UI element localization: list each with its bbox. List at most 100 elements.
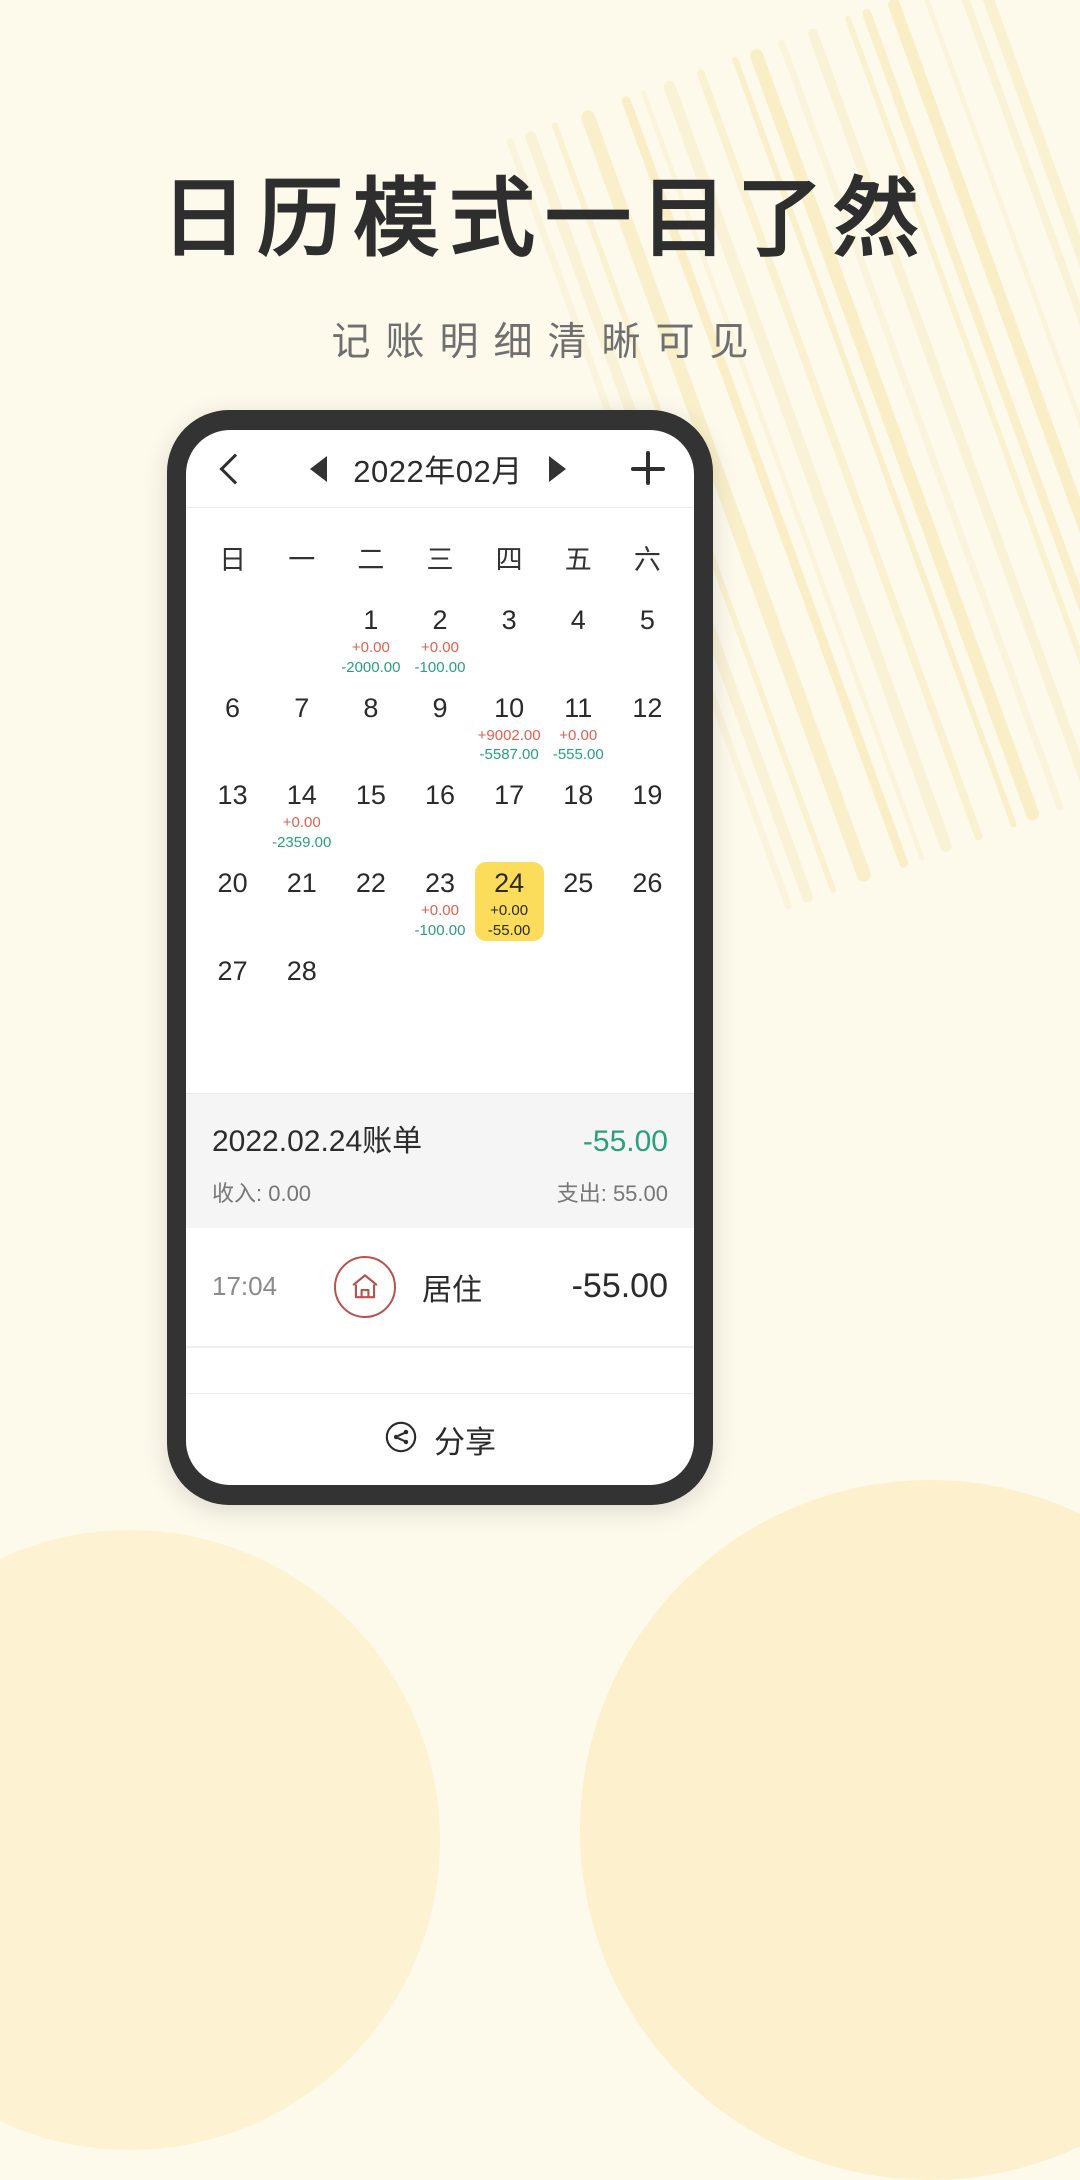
page-subtitle: 记账明细清晰可见 [331,321,764,364]
day-number: 1 [363,605,379,635]
calendar-day-5[interactable]: 5 [613,599,682,678]
day-number: 8 [363,692,379,723]
day-income-amount: +0.00 [559,726,598,744]
day-number: 9 [432,692,448,723]
app-header: 2022年02月 [186,430,694,508]
calendar-day-23[interactable]: 23 +0.00 -100.00 [405,862,474,941]
background-blob-right [580,1480,1080,2180]
day-number: 7 [294,692,310,723]
day-number: 3 [501,605,517,635]
day-expense-amount: -2000.00 [341,658,401,676]
weekday-6: 六 [633,545,661,575]
page-title: 日历模式一目了然 [161,171,929,267]
calendar: 日一二三四五六 1 +0.00 -2000.00 2 +0.00 -100.00 3 4 5 6 7… [186,508,694,1033]
day-summary-expense: 支出: 55.00 [556,1180,668,1206]
calendar-day-27[interactable]: 27 [198,950,267,1024]
calendar-day-17[interactable]: 17 [475,774,544,853]
calendar-day-empty [198,599,267,678]
day-summary-total: -55.00 [582,1124,668,1158]
calendar-day-empty [336,950,405,1024]
share-button[interactable]: 分享 [186,1393,694,1485]
calendar-day-24[interactable]: 24 +0.00 -55.00 [474,861,544,941]
day-income-amount: +0.00 [490,901,529,919]
day-number: 4 [570,605,586,635]
weekday-5: 五 [564,545,592,575]
day-number: 12 [632,692,663,723]
day-number: 21 [286,867,317,898]
calendar-day-22[interactable]: 22 [336,862,405,941]
triangle-right-icon[interactable] [548,455,566,482]
share-label: 分享 [434,1425,496,1460]
empty-list-area [186,1347,694,1393]
day-number: 25 [563,867,594,898]
day-number: 26 [632,867,663,898]
calendar-day-18[interactable]: 18 [544,774,613,853]
calendar-day-10[interactable]: 10 +9002.00 -5587.00 [475,687,544,766]
calendar-day-26[interactable]: 26 [613,862,682,941]
day-expense-amount: -2359.00 [272,834,332,852]
day-number: 10 [494,692,525,723]
calendar-day-7[interactable]: 7 [267,687,336,766]
calendar-day-2[interactable]: 2 +0.00 -100.00 [405,599,474,678]
calendar-day-9[interactable]: 9 [405,687,474,766]
weekday-0: 日 [219,545,247,575]
day-number: 28 [286,955,317,986]
calendar-day-16[interactable]: 16 [405,774,474,853]
calendar-day-empty [405,950,474,1024]
calendar-day-15[interactable]: 15 [336,774,405,853]
calendar-day-13[interactable]: 13 [198,774,267,853]
house-icon [334,1255,396,1318]
day-number: 24 [494,867,525,898]
day-number: 2 [432,605,448,635]
triangle-left-icon[interactable] [310,455,328,482]
calendar-week-row: 27 28 [198,950,682,1024]
plus-icon[interactable] [628,449,668,489]
day-number: 22 [355,867,386,898]
calendar-grid: 1 +0.00 -2000.00 2 +0.00 -100.00 3 4 5 6 7 8 9 10 +900… [198,599,682,1024]
day-income-amount: +0.00 [282,814,321,832]
calendar-week-row: 20 21 22 23 +0.00 -100.00 24 +0.00 -55.00 25 26 [198,861,682,941]
day-income-amount: +0.00 [351,639,390,657]
weekday-1: 一 [288,545,316,575]
day-number: 6 [225,692,241,723]
day-expense-amount: -5587.00 [479,746,539,764]
transaction-row[interactable]: 17:04 居住 -55.00 [186,1228,694,1347]
transaction-category: 居住 [422,1273,482,1307]
calendar-day-19[interactable]: 19 [613,774,682,853]
day-number: 23 [424,867,456,898]
calendar-day-11[interactable]: 11 +0.00 -555.00 [544,687,613,766]
calendar-day-12[interactable]: 12 [613,687,682,766]
calendar-day-14[interactable]: 14 +0.00 -2359.00 [267,774,336,853]
calendar-day-empty [267,599,336,678]
calendar-day-4[interactable]: 4 [544,599,613,678]
calendar-day-25[interactable]: 25 [544,862,613,941]
calendar-day-28[interactable]: 28 [267,950,336,1024]
calendar-day-21[interactable]: 21 [267,862,336,941]
promo-text-block: 日历模式一目了然 记账明细清晰可见 [0,0,1080,367]
calendar-week-row: 6 7 8 9 10 +9002.00 -5587.00 11 +0.00 -555.00 12 [198,687,682,766]
phone-screen: 2022年02月 日一二三四五六 1 +0.00 -2000.00 2 +0.00 -10… [186,430,694,1485]
transaction-list: 17:04 居住 -55.00 [186,1228,694,1348]
day-summary-top-row: 2022.02.24账单 -55.00 [212,1116,668,1160]
day-income-amount: +0.00 [421,639,459,657]
calendar-day-20[interactable]: 20 [198,862,267,941]
day-number: 13 [217,780,248,811]
day-income-amount: +9002.00 [477,726,541,744]
calendar-day-3[interactable]: 3 [475,599,544,678]
back-chevron-icon[interactable] [212,451,248,487]
day-expense-amount: -55.00 [487,921,531,939]
day-number: 19 [632,780,663,811]
weekday-2: 二 [357,545,385,575]
day-summary-bottom-row: 收入: 0.00 支出: 55.00 [212,1176,668,1208]
calendar-day-1[interactable]: 1 +0.00 -2000.00 [336,599,405,678]
calendar-day-8[interactable]: 8 [336,687,405,766]
day-number: 15 [355,780,386,811]
phone-mockup: 2022年02月 日一二三四五六 1 +0.00 -2000.00 2 +0.00 -10… [167,410,713,1505]
transaction-time: 17:04 [212,1271,278,1302]
day-number: 20 [217,867,248,898]
day-summary-title: 2022.02.24账单 [212,1124,423,1158]
day-number: 27 [217,955,248,986]
month-label[interactable]: 2022年02月 [353,446,522,491]
calendar-day-6[interactable]: 6 [198,687,267,766]
calendar-day-empty [613,950,682,1024]
